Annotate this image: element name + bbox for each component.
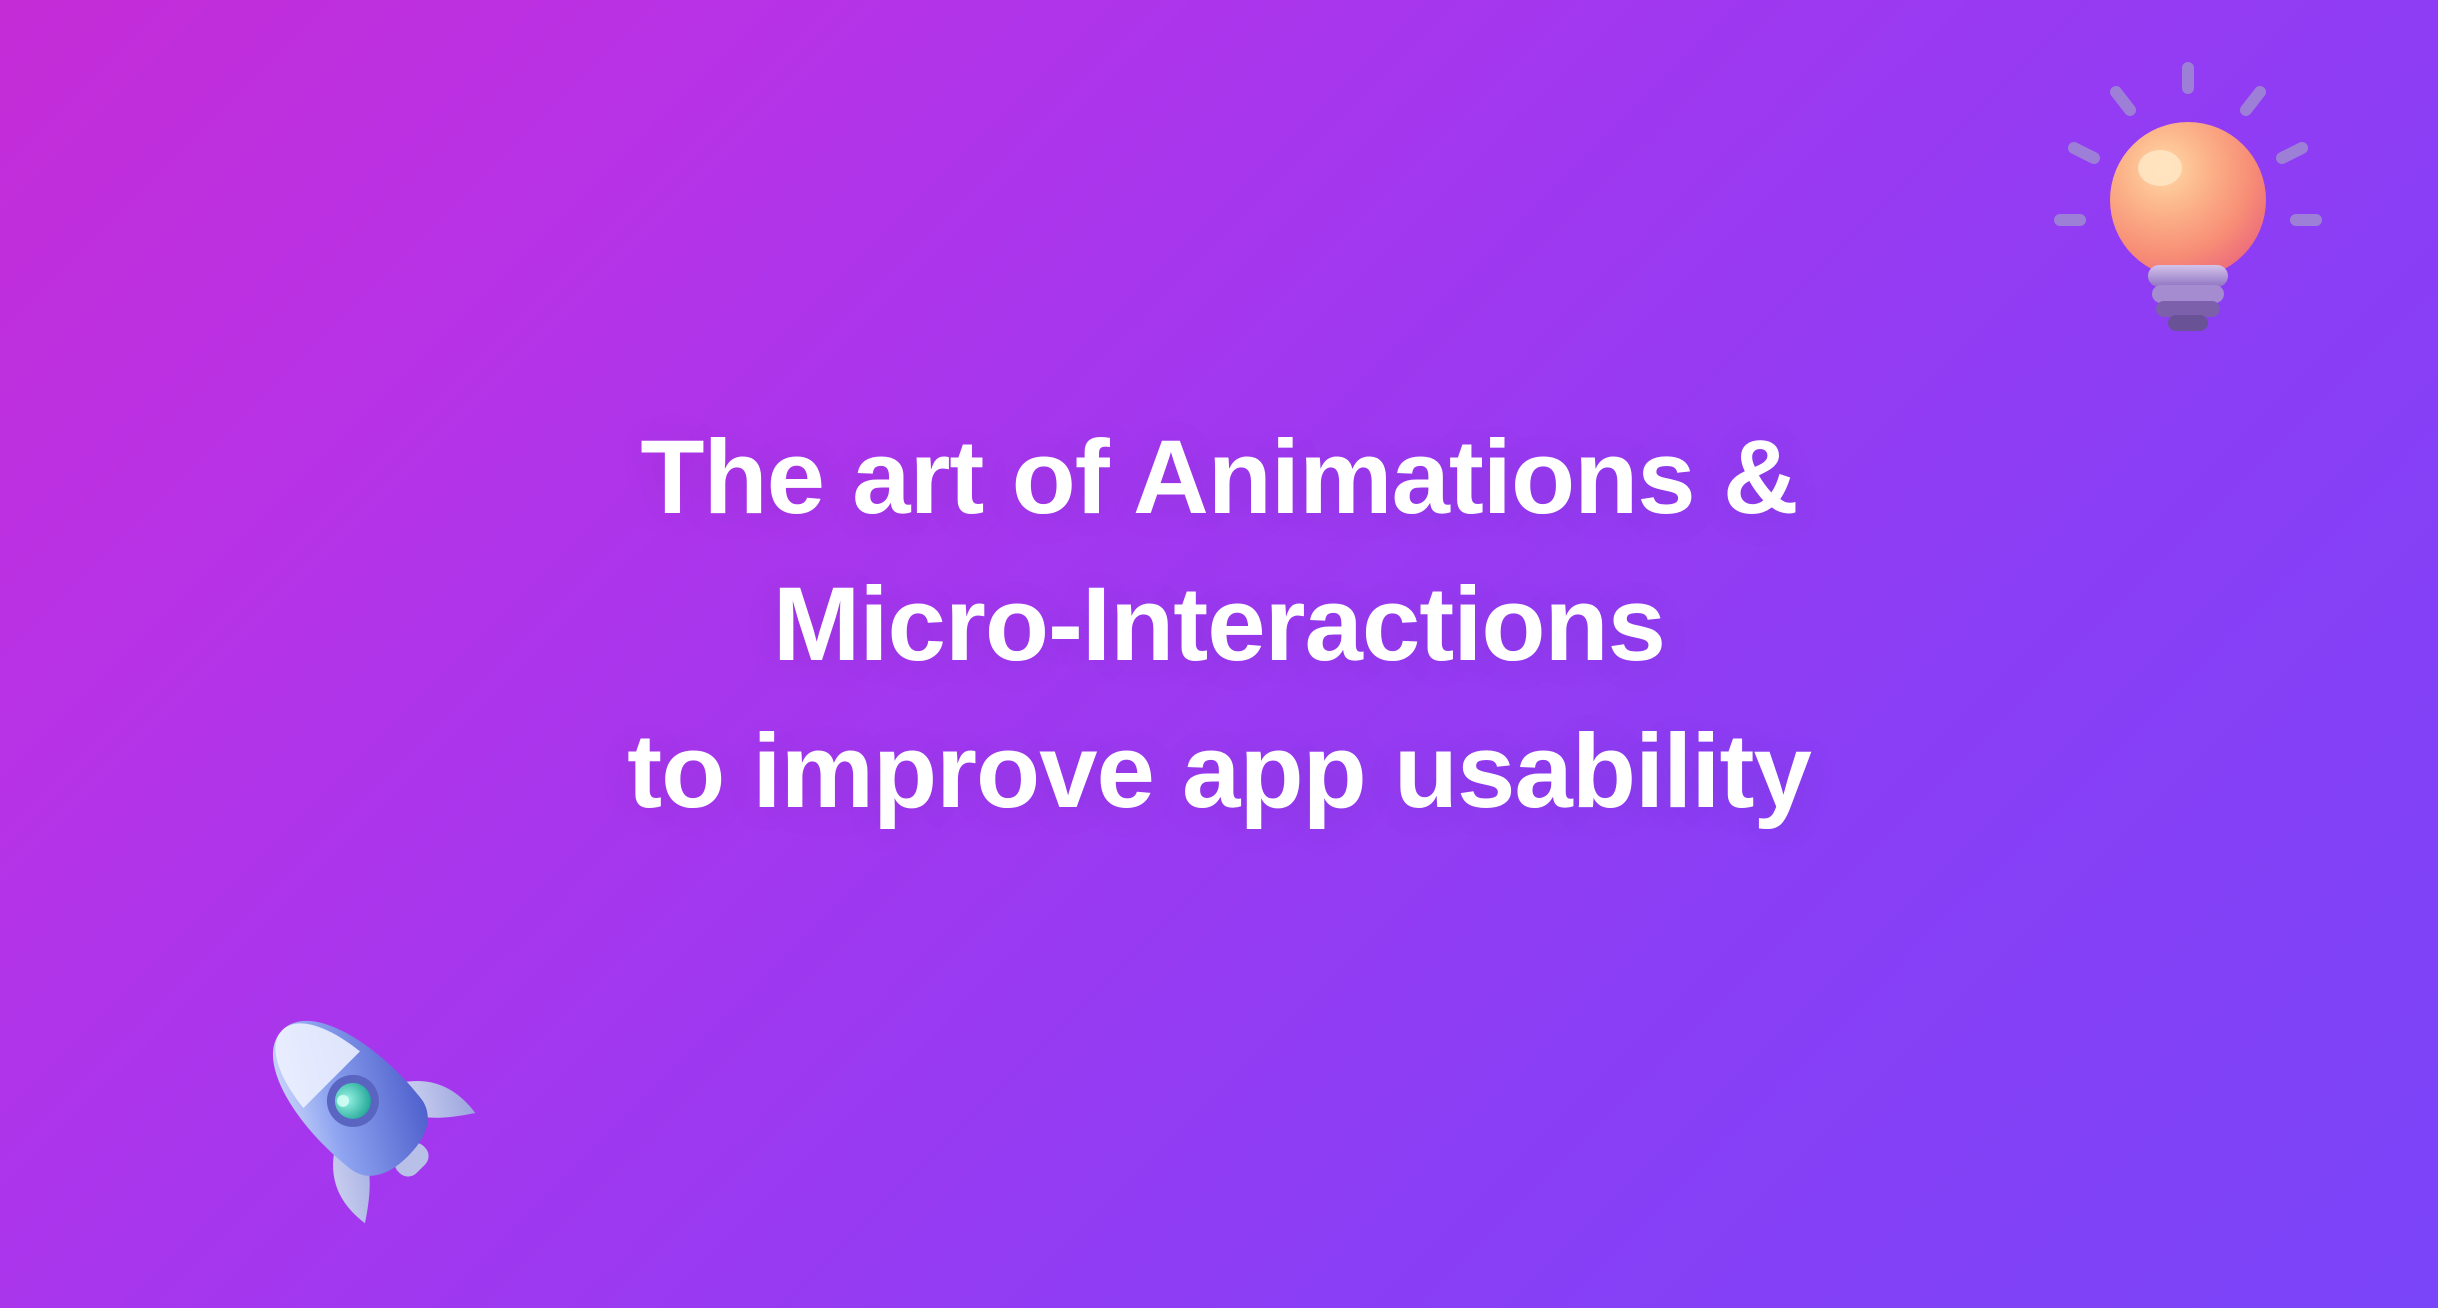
rocket-icon bbox=[220, 968, 500, 1248]
headline-line-3: to improve app usability bbox=[627, 698, 1811, 845]
hero-headline: The art of Animations & Micro-Interactio… bbox=[627, 404, 1811, 845]
lightbulb-icon bbox=[2038, 60, 2338, 360]
headline-line-1: The art of Animations & bbox=[627, 404, 1811, 551]
headline-line-2: Micro-Interactions bbox=[627, 551, 1811, 698]
hero-banner: The art of Animations & Micro-Interactio… bbox=[0, 0, 2438, 1308]
